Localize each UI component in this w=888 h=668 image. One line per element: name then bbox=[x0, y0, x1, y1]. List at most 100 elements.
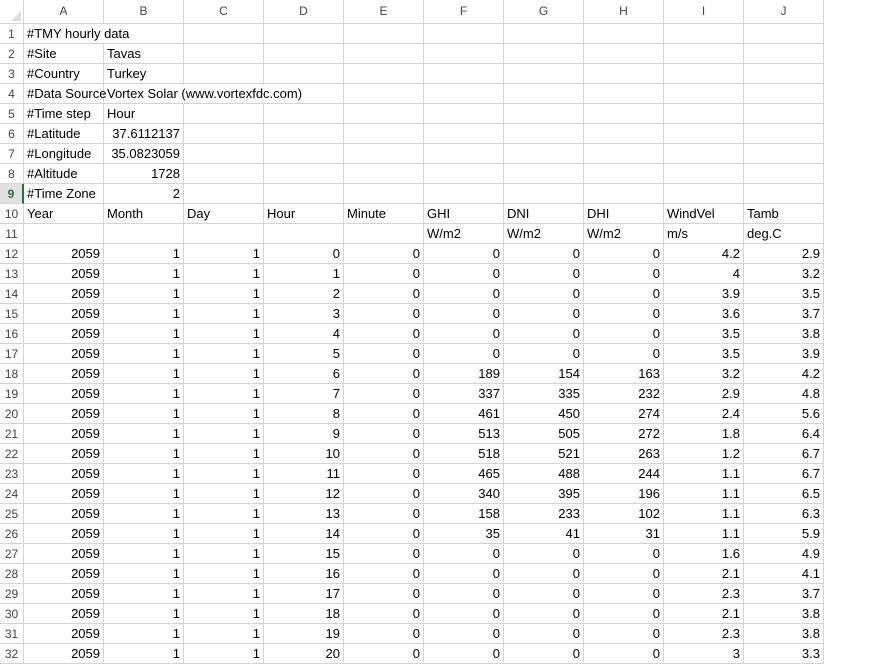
cell-f21[interactable]: 513 bbox=[424, 424, 504, 444]
column-header-g[interactable]: G bbox=[504, 0, 584, 24]
cell-d6[interactable] bbox=[264, 124, 344, 144]
row-header[interactable]: 13 bbox=[0, 264, 24, 284]
cell-a19[interactable]: 2059 bbox=[24, 384, 104, 404]
cell-c31[interactable]: 1 bbox=[184, 624, 264, 644]
cell-h10[interactable]: DHI bbox=[584, 204, 664, 224]
row-header[interactable]: 19 bbox=[0, 384, 24, 404]
cell-a16[interactable]: 2059 bbox=[24, 324, 104, 344]
cell-f7[interactable] bbox=[424, 144, 504, 164]
cell-f6[interactable] bbox=[424, 124, 504, 144]
cell-i32[interactable]: 3 bbox=[664, 644, 744, 664]
cell-d7[interactable] bbox=[264, 144, 344, 164]
cell-g20[interactable]: 450 bbox=[504, 404, 584, 424]
cell-e17[interactable]: 0 bbox=[344, 344, 424, 364]
cell-j32[interactable]: 3.3 bbox=[744, 644, 824, 664]
cell-d32[interactable]: 20 bbox=[264, 644, 344, 664]
cell-h24[interactable]: 196 bbox=[584, 484, 664, 504]
cell-j7[interactable] bbox=[744, 144, 824, 164]
cell-g3[interactable] bbox=[504, 64, 584, 84]
cell-f23[interactable]: 465 bbox=[424, 464, 504, 484]
cell-j31[interactable]: 3.8 bbox=[744, 624, 824, 644]
cell-b19[interactable]: 1 bbox=[104, 384, 184, 404]
cell-c15[interactable]: 1 bbox=[184, 304, 264, 324]
cell-e32[interactable]: 0 bbox=[344, 644, 424, 664]
cell-a3[interactable]: #Country bbox=[24, 64, 104, 84]
cell-f8[interactable] bbox=[424, 164, 504, 184]
cell-j30[interactable]: 3.8 bbox=[744, 604, 824, 624]
cell-b32[interactable]: 1 bbox=[104, 644, 184, 664]
cell-b23[interactable]: 1 bbox=[104, 464, 184, 484]
cell-a24[interactable]: 2059 bbox=[24, 484, 104, 504]
cell-b9[interactable]: 2 bbox=[104, 184, 184, 204]
cell-c20[interactable]: 1 bbox=[184, 404, 264, 424]
cell-a25[interactable]: 2059 bbox=[24, 504, 104, 524]
cell-i19[interactable]: 2.9 bbox=[664, 384, 744, 404]
cell-f11[interactable]: W/m2 bbox=[424, 224, 504, 244]
cell-j22[interactable]: 6.7 bbox=[744, 444, 824, 464]
cell-j6[interactable] bbox=[744, 124, 824, 144]
cell-h21[interactable]: 272 bbox=[584, 424, 664, 444]
cell-c29[interactable]: 1 bbox=[184, 584, 264, 604]
row-header[interactable]: 14 bbox=[0, 284, 24, 304]
cell-h7[interactable] bbox=[584, 144, 664, 164]
cell-h18[interactable]: 163 bbox=[584, 364, 664, 384]
cell-i10[interactable]: WindVel bbox=[664, 204, 744, 224]
cell-i22[interactable]: 1.2 bbox=[664, 444, 744, 464]
cell-j24[interactable]: 6.5 bbox=[744, 484, 824, 504]
cell-i1[interactable] bbox=[664, 24, 744, 44]
cell-i9[interactable] bbox=[664, 184, 744, 204]
cell-d28[interactable]: 16 bbox=[264, 564, 344, 584]
column-header-e[interactable]: E bbox=[344, 0, 424, 24]
cell-d3[interactable] bbox=[264, 64, 344, 84]
cell-e9[interactable] bbox=[344, 184, 424, 204]
cell-a8[interactable]: #Altitude bbox=[24, 164, 104, 184]
cell-c7[interactable] bbox=[184, 144, 264, 164]
cell-g21[interactable]: 505 bbox=[504, 424, 584, 444]
cell-j3[interactable] bbox=[744, 64, 824, 84]
cell-f1[interactable] bbox=[424, 24, 504, 44]
cell-d2[interactable] bbox=[264, 44, 344, 64]
cell-h5[interactable] bbox=[584, 104, 664, 124]
cell-b3[interactable]: Turkey bbox=[104, 64, 184, 84]
row-header[interactable]: 32 bbox=[0, 644, 24, 664]
cell-j14[interactable]: 3.5 bbox=[744, 284, 824, 304]
cell-d22[interactable]: 10 bbox=[264, 444, 344, 464]
cell-c23[interactable]: 1 bbox=[184, 464, 264, 484]
row-header[interactable]: 21 bbox=[0, 424, 24, 444]
cell-h32[interactable]: 0 bbox=[584, 644, 664, 664]
column-header-h[interactable]: H bbox=[584, 0, 664, 24]
cell-e28[interactable]: 0 bbox=[344, 564, 424, 584]
cell-e20[interactable]: 0 bbox=[344, 404, 424, 424]
row-header[interactable]: 28 bbox=[0, 564, 24, 584]
cell-a6[interactable]: #Latitude bbox=[24, 124, 104, 144]
cell-i25[interactable]: 1.1 bbox=[664, 504, 744, 524]
cell-c8[interactable] bbox=[184, 164, 264, 184]
cell-i8[interactable] bbox=[664, 164, 744, 184]
cell-g10[interactable]: DNI bbox=[504, 204, 584, 224]
cell-e5[interactable] bbox=[344, 104, 424, 124]
cell-h15[interactable]: 0 bbox=[584, 304, 664, 324]
cell-c27[interactable]: 1 bbox=[184, 544, 264, 564]
cell-a11[interactable] bbox=[24, 224, 104, 244]
cell-g14[interactable]: 0 bbox=[504, 284, 584, 304]
cell-h1[interactable] bbox=[584, 24, 664, 44]
row-header[interactable]: 5 bbox=[0, 104, 24, 124]
column-header-c[interactable]: C bbox=[184, 0, 264, 24]
cell-j8[interactable] bbox=[744, 164, 824, 184]
column-header-f[interactable]: F bbox=[424, 0, 504, 24]
cell-d29[interactable]: 17 bbox=[264, 584, 344, 604]
cell-a31[interactable]: 2059 bbox=[24, 624, 104, 644]
cell-e8[interactable] bbox=[344, 164, 424, 184]
row-header[interactable]: 16 bbox=[0, 324, 24, 344]
cell-a22[interactable]: 2059 bbox=[24, 444, 104, 464]
cell-b14[interactable]: 1 bbox=[104, 284, 184, 304]
select-all-corner[interactable] bbox=[0, 0, 24, 24]
cell-a1[interactable]: #TMY hourly data bbox=[24, 24, 129, 44]
cell-e19[interactable]: 0 bbox=[344, 384, 424, 404]
cell-g31[interactable]: 0 bbox=[504, 624, 584, 644]
cell-b11[interactable] bbox=[104, 224, 184, 244]
cell-g8[interactable] bbox=[504, 164, 584, 184]
cell-b8[interactable]: 1728 bbox=[104, 164, 184, 184]
row-header[interactable]: 23 bbox=[0, 464, 24, 484]
cell-a2[interactable]: #Site bbox=[24, 44, 104, 64]
